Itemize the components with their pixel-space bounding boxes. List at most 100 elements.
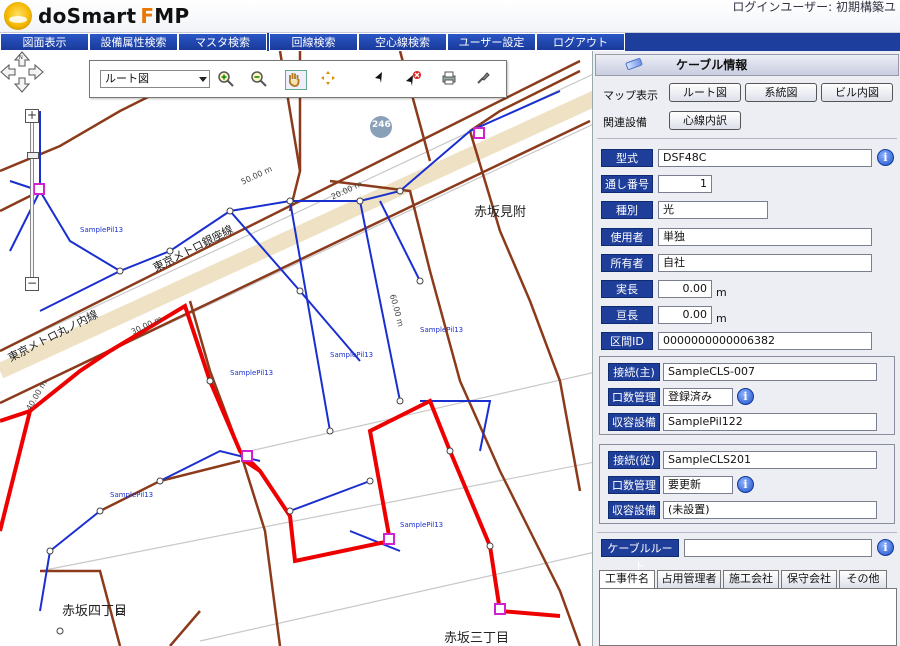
zoom-slider-track[interactable] <box>30 123 34 277</box>
zoom-in-button[interactable]: + <box>25 109 39 123</box>
kind-field[interactable]: 光 <box>658 201 768 219</box>
pan-arrows-icon[interactable]: N <box>0 51 44 93</box>
printer-icon <box>442 71 456 85</box>
route-badge-text: 246 <box>372 120 391 130</box>
map-drawing <box>0 51 592 646</box>
tab-other[interactable]: その他 <box>839 570 887 588</box>
place-akasaka-3: 赤坂三丁目 <box>444 631 510 646</box>
equipment-label: SamplePil13 <box>80 226 124 234</box>
menu-master-search[interactable]: マスタ検索 <box>178 33 267 51</box>
equipment-label: SamplePil13 <box>330 351 374 359</box>
span-length-field[interactable]: 0.00 <box>658 306 712 324</box>
serial-number-field[interactable]: 1 <box>658 175 712 193</box>
equipment-label: SamplePil13 <box>110 491 154 499</box>
magnifier-plus-icon <box>218 71 234 87</box>
sub-connection-label: 接続(従) <box>608 451 660 469</box>
menu-logout[interactable]: ログアウト <box>536 33 625 51</box>
main-connection-label: 接続(主) <box>608 363 660 381</box>
user-field[interactable]: 単独 <box>658 228 872 246</box>
info-icon[interactable]: i <box>877 539 894 556</box>
actual-length-unit: m <box>716 286 727 299</box>
hand-icon <box>288 73 300 87</box>
core-breakdown-button[interactable]: 心線内訳 <box>669 111 741 130</box>
cable-route-label: ケーブルルート <box>601 539 679 573</box>
model-field[interactable]: DSF48C <box>658 149 872 167</box>
chevron-down-icon <box>199 77 207 82</box>
equipment-label: SamplePil13 <box>420 326 464 334</box>
app-logo: doSmart FMP <box>38 4 190 28</box>
zoom-out-button[interactable]: − <box>25 277 39 291</box>
owner-field[interactable]: 自社 <box>658 254 872 272</box>
zoom-in-tool-button[interactable] <box>217 70 239 90</box>
main-housing-label: 収容設備 <box>608 413 660 431</box>
settings-tool-button[interactable] <box>475 70 497 90</box>
main-connection-field[interactable]: SampleCLS-007 <box>663 363 877 381</box>
tab-occupancy-manager[interactable]: 占用管理者 <box>657 570 721 588</box>
select-tool-button[interactable] <box>372 70 394 90</box>
equipment-label: SamplePil13 <box>400 521 444 529</box>
sub-housing-label: 収容設備 <box>608 501 660 519</box>
kind-label: 種別 <box>601 201 653 219</box>
print-button[interactable] <box>440 70 462 90</box>
map-canvas[interactable]: 246 赤坂見附 赤坂四丁目 赤坂三丁目 東京メトロ銀座線 東京メトロ丸ノ内線 … <box>0 51 592 646</box>
pin-tool-icon <box>477 72 490 84</box>
expand-arrows-icon <box>321 71 335 85</box>
serial-label: 通し番号 <box>601 175 653 193</box>
magnifier-minus-icon <box>251 71 267 87</box>
zoom-slider-handle[interactable] <box>27 152 39 159</box>
actual-length-field[interactable]: 0.00 <box>658 280 712 298</box>
span-length-unit: m <box>716 312 727 325</box>
menu-empty-core-search[interactable]: 空心線検索 <box>358 33 447 51</box>
pointer-delete-icon <box>406 71 421 86</box>
related-equipment-label: 関連設備 <box>603 116 647 129</box>
tab-content <box>599 588 897 646</box>
map-toolbar: ルート図 <box>89 60 507 98</box>
main-port-label: 口数管理 <box>608 388 660 406</box>
section-id-label: 区間ID <box>601 332 653 350</box>
sub-port-label: 口数管理 <box>608 476 660 494</box>
span-length-label: 亘長 <box>601 306 653 324</box>
info-icon[interactable]: i <box>737 476 754 493</box>
user-label: 使用者 <box>601 228 653 246</box>
app-header: doSmart FMP ログインユーザー: 初期構築ユ <box>0 0 900 33</box>
svg-text:N: N <box>19 55 23 61</box>
panel-title: ケーブル情報 <box>595 54 899 76</box>
selected-cable-route <box>0 303 561 618</box>
pan-tool-button[interactable] <box>285 70 307 90</box>
zoom-out-tool-button[interactable] <box>250 70 272 90</box>
logo-icon <box>4 2 32 30</box>
menu-user-settings[interactable]: ユーザー設定 <box>447 33 536 51</box>
info-icon[interactable]: i <box>877 149 894 166</box>
full-extent-tool-button[interactable] <box>320 70 342 90</box>
model-label: 型式 <box>601 149 653 167</box>
actual-length-label: 実長 <box>601 280 653 298</box>
menu-map-display[interactable]: 図面表示 <box>0 33 89 51</box>
place-akasaka-mitsuke: 赤坂見附 <box>474 205 527 220</box>
pointer-icon <box>375 72 382 83</box>
main-housing-field[interactable]: SamplePil122 <box>663 413 877 431</box>
tab-maintenance-company[interactable]: 保守会社 <box>781 570 837 588</box>
map-display-label: マップ表示 <box>603 89 658 102</box>
route-map-button[interactable]: ルート図 <box>669 83 741 102</box>
section-id-field[interactable]: 0000000000006382 <box>658 332 872 350</box>
main-menu-bar: 図面表示 設備属性検索 マスタ検索 回線検索 空心線検索 ユーザー設定 ログアウ… <box>0 33 900 51</box>
system-map-button[interactable]: 系統図 <box>745 83 817 102</box>
sub-port-field[interactable]: 要更新 <box>663 476 733 494</box>
cable-route-field[interactable] <box>684 539 872 557</box>
cable-info-panel: ケーブル情報 マップ表示 ルート図 系統図 ビル内図 関連設備 心線内訳 型式 … <box>592 51 900 646</box>
main-connection-group: 接続(主) SampleCLS-007 口数管理 登録済み i 収容設備 Sam… <box>599 356 895 435</box>
main-port-field[interactable]: 登録済み <box>663 388 733 406</box>
map-type-select[interactable]: ルート図 <box>100 70 210 88</box>
clear-selection-tool-button[interactable] <box>404 70 426 90</box>
divider <box>597 138 897 139</box>
menu-equipment-attribute-search[interactable]: 設備属性検索 <box>89 33 178 51</box>
tab-construction-name[interactable]: 工事件名 <box>599 570 655 588</box>
sub-connection-field[interactable]: SampleCLS201 <box>663 451 877 469</box>
sub-housing-field[interactable]: (未設置) <box>663 501 877 519</box>
tab-contractor[interactable]: 施工会社 <box>723 570 779 588</box>
cable-icon <box>625 57 643 71</box>
menu-line-search[interactable]: 回線検索 <box>269 33 358 51</box>
cable-network <box>9 90 561 612</box>
info-icon[interactable]: i <box>737 388 754 405</box>
building-map-button[interactable]: ビル内図 <box>821 83 893 102</box>
